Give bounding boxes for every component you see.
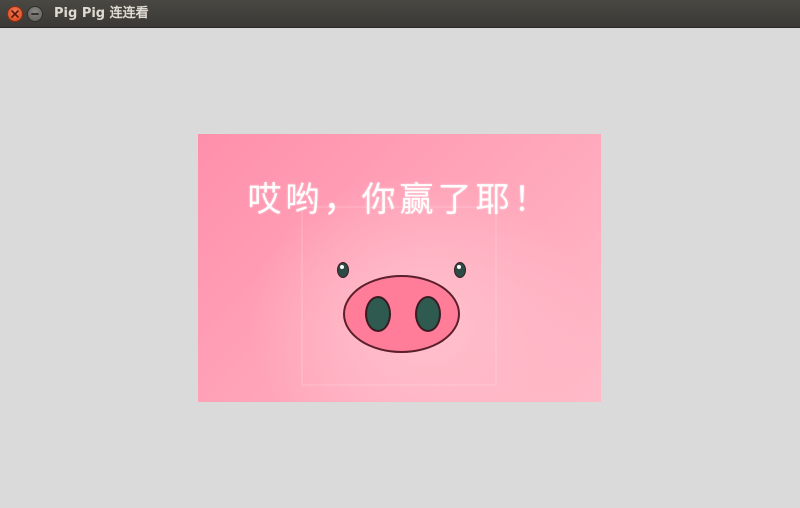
window-content: 哎哟，你赢了耶！ bbox=[0, 28, 800, 508]
close-icon bbox=[11, 10, 19, 18]
title-bar[interactable]: Pig Pig 连连看 bbox=[0, 0, 800, 28]
minimize-icon bbox=[31, 13, 39, 15]
window-title: Pig Pig 连连看 bbox=[54, 6, 149, 21]
pig-right-nostril bbox=[415, 296, 441, 332]
close-button[interactable] bbox=[7, 6, 23, 22]
pig-left-eye bbox=[337, 262, 349, 278]
minimize-button[interactable] bbox=[27, 6, 43, 22]
app-window: Pig Pig 连连看 哎哟，你赢了耶！ bbox=[0, 0, 800, 508]
pig-right-eye bbox=[454, 262, 466, 278]
win-screen-image: 哎哟，你赢了耶！ bbox=[198, 134, 601, 402]
win-message: 哎哟，你赢了耶！ bbox=[247, 180, 552, 220]
pig-snout bbox=[343, 275, 460, 353]
pig-left-nostril bbox=[365, 296, 391, 332]
